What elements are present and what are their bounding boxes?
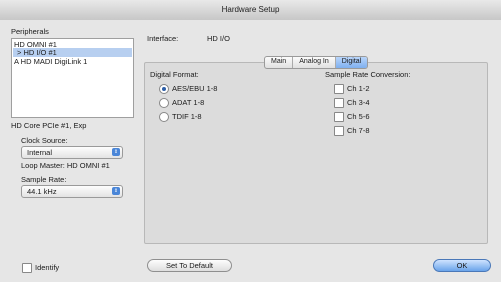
clock-source-select[interactable]: Internal ⇕: [21, 146, 123, 159]
sample-rate-value: 44.1 kHz: [27, 187, 57, 196]
src-ch12-checkbox[interactable]: [334, 84, 344, 94]
tab-analog-in[interactable]: Analog In: [293, 57, 336, 68]
title-bar: Hardware Setup: [0, 0, 501, 21]
digital-format-label: Digital Format:: [150, 70, 199, 79]
identify-checkbox[interactable]: [22, 263, 32, 273]
radio-adat-label: ADAT 1-8: [172, 98, 205, 107]
set-to-default-button[interactable]: Set To Default: [147, 259, 232, 272]
identify-label: Identify: [35, 263, 60, 272]
peripheral-item-hd-io[interactable]: > HD I/O #1: [13, 48, 132, 57]
tab-bar: Main Analog In Digital: [264, 56, 369, 69]
clock-source-label: Clock Source:: [21, 136, 68, 145]
clock-source-value: Internal: [27, 148, 53, 157]
loop-master-text: Loop Master: HD OMNI #1: [21, 161, 110, 170]
tab-main[interactable]: Main: [265, 57, 294, 68]
sample-rate-label: Sample Rate:: [21, 175, 67, 184]
radio-aes-ebu[interactable]: [159, 84, 169, 94]
src-ch12-label: Ch 1-2: [347, 84, 370, 93]
window-title: Hardware Setup: [221, 5, 280, 14]
tab-digital[interactable]: Digital: [335, 57, 368, 68]
peripheral-item-hd-madi[interactable]: A HD MADI DigiLink 1: [14, 57, 87, 66]
ok-button[interactable]: OK: [433, 259, 491, 272]
src-label: Sample Rate Conversion:: [325, 70, 411, 79]
chevron-updown-icon: ⇕: [112, 148, 120, 156]
radio-adat[interactable]: [159, 98, 169, 108]
interface-value: HD I/O: [207, 34, 230, 43]
device-info: HD Core PCIe #1, Exp: [11, 121, 87, 130]
src-ch34-label: Ch 3-4: [347, 98, 370, 107]
radio-tdif-label: TDIF 1-8: [172, 112, 202, 121]
src-ch56-checkbox[interactable]: [334, 112, 344, 122]
peripherals-list[interactable]: HD OMNI #1 > HD I/O #1 A HD MADI DigiLin…: [11, 38, 134, 118]
src-ch78-label: Ch 7-8: [347, 126, 370, 135]
interface-label: Interface:: [147, 34, 179, 43]
src-ch56-label: Ch 5-6: [347, 112, 370, 121]
src-ch78-checkbox[interactable]: [334, 126, 344, 136]
peripherals-label: Peripherals: [11, 27, 49, 36]
src-ch34-checkbox[interactable]: [334, 98, 344, 108]
sample-rate-select[interactable]: 44.1 kHz ⇕: [21, 185, 123, 198]
radio-aes-ebu-label: AES/EBU 1-8: [172, 84, 218, 93]
hardware-setup-window: Peripherals HD OMNI #1 > HD I/O #1 A HD …: [0, 20, 501, 282]
chevron-updown-icon: ⇕: [112, 187, 120, 195]
radio-tdif[interactable]: [159, 112, 169, 122]
